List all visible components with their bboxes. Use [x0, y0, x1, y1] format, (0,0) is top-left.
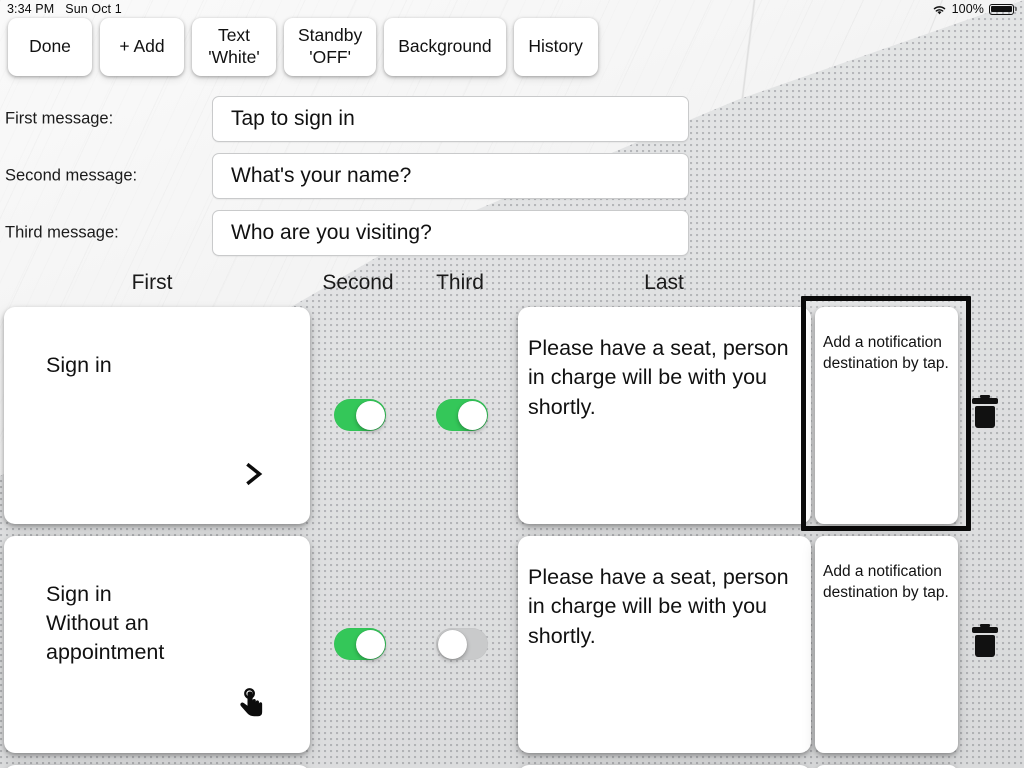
wifi-icon — [932, 4, 947, 16]
last-message-card-text: Please have a seat, person in charge wil… — [528, 336, 789, 419]
status-time: 3:34 PM — [7, 2, 55, 16]
third-message-toggle[interactable] — [436, 628, 488, 660]
delete-row-button[interactable] — [968, 624, 1002, 663]
flow-row: Sign in Please have a seat, person in cha… — [0, 296, 1024, 532]
first-message-card-text: Sign in Without an appointment — [46, 582, 165, 665]
tap-hand-icon — [239, 687, 267, 720]
add-button[interactable]: + Add — [100, 18, 184, 76]
column-header-last: Last — [644, 271, 684, 294]
message-label: First message: — [5, 109, 114, 127]
message-label: Second message: — [5, 166, 138, 184]
first-card-action-icon[interactable] — [238, 457, 268, 491]
message-flow-grid: Sign in Please have a seat, person in cha… — [0, 296, 1024, 768]
column-header-second: Second — [322, 271, 394, 294]
toggle-knob — [355, 629, 385, 659]
standby-button[interactable]: Standby 'OFF' — [284, 18, 377, 76]
battery-percent-label: 100% — [951, 2, 984, 16]
history-button[interactable]: History — [513, 18, 598, 76]
toolbar: Done + Add Text 'White' Standby 'OFF' Backgr… — [8, 18, 598, 76]
first-message-card-text: Sign in — [46, 353, 112, 377]
first-message-card[interactable]: Sign in — [4, 307, 310, 524]
column-headers: First Second Third Last — [0, 271, 1024, 301]
notification-destination-card[interactable]: Add a notification destination by tap. — [815, 536, 958, 753]
notification-destination-card[interactable]: Add a notification destination by tap. — [815, 307, 958, 524]
text-color-button[interactable]: Text 'White' — [192, 18, 276, 76]
message-row: Third message: Who are you visiting? — [0, 204, 1024, 261]
last-message-card-text: Please have a seat, person in charge wil… — [528, 565, 789, 648]
status-bar-right: 100% — [932, 2, 1017, 16]
message-input-2[interactable]: What's your name? — [212, 152, 689, 199]
toggle-knob — [437, 629, 467, 659]
message-row: Second message: What's your name? — [0, 147, 1024, 204]
toggle-knob — [355, 400, 385, 430]
second-message-toggle[interactable] — [334, 628, 386, 660]
status-bar: 3:34 PM Sun Oct 1 100% — [0, 0, 1024, 18]
flow-row: Sign in Without an appointment Please hav… — [0, 532, 1024, 761]
column-header-third: Third — [436, 271, 484, 294]
last-message-card[interactable]: Please have a seat, person in charge wil… — [518, 536, 811, 753]
notification-destination-text: Add a notification destination by tap. — [823, 563, 949, 601]
first-card-action-icon[interactable] — [238, 686, 268, 720]
message-settings: First message: Tap to sign in Second messa… — [0, 90, 1024, 261]
second-message-toggle[interactable] — [334, 399, 386, 431]
status-date: Sun Oct 1 — [65, 2, 122, 16]
status-bar-left: 3:34 PM Sun Oct 1 — [7, 2, 122, 16]
chevron-right-icon — [240, 459, 266, 489]
notification-destination-text: Add a notification destination by tap. — [823, 334, 949, 372]
message-input-3[interactable]: Who are you visiting? — [212, 209, 689, 256]
battery-full-icon — [989, 3, 1017, 15]
delete-row-button[interactable] — [968, 395, 1002, 434]
flow-row — [0, 761, 1024, 768]
message-input-1[interactable]: Tap to sign in — [212, 95, 689, 142]
done-button[interactable]: Done — [8, 18, 92, 76]
first-message-card[interactable]: Sign in Without an appointment — [4, 536, 310, 753]
last-message-card[interactable]: Please have a seat, person in charge wil… — [518, 307, 811, 524]
column-header-first: First — [131, 271, 173, 294]
message-row: First message: Tap to sign in — [0, 90, 1024, 147]
background-button[interactable]: Background — [384, 18, 506, 76]
toggle-knob — [457, 400, 487, 430]
message-label: Third message: — [5, 223, 119, 241]
third-message-toggle[interactable] — [436, 399, 488, 431]
